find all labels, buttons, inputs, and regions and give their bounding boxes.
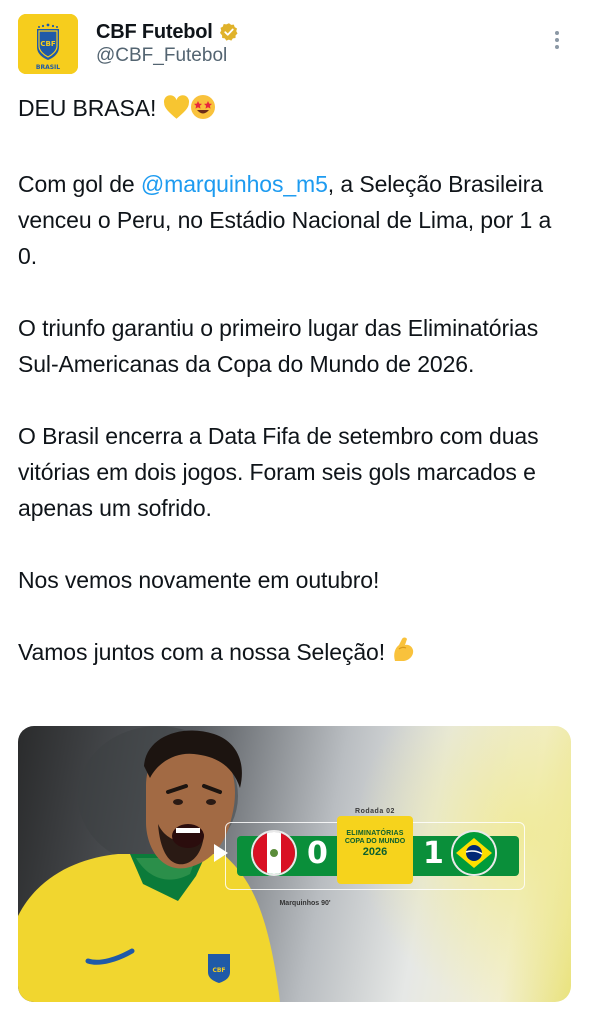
tweet-paragraph-3: O triunfo garantiu o primeiro lugar das … (18, 315, 539, 377)
cbf-logo-icon: CBF BRASIL (18, 14, 78, 74)
scorer-label: Marquinhos 90' (279, 900, 331, 907)
home-score: 0 (307, 836, 328, 871)
flexed-biceps-icon (391, 636, 417, 674)
rodada-label: Rodada 02 (355, 808, 395, 815)
tweet-paragraph-5: Nos vemos novamente em outubro! (18, 567, 380, 593)
play-arrow-icon (214, 844, 228, 862)
handle[interactable]: @CBF_Futebol (96, 44, 239, 68)
eliminatorias-badge: ELIMINATÓRIAS COPA DO MUNDO 2026 (337, 816, 413, 884)
tweet-paragraph-2: Com gol de @marquinhos_m5, a Seleção Bra… (18, 171, 552, 269)
svg-text:BRASIL: BRASIL (36, 64, 60, 71)
tweet-line-1: DEU BRASA! (18, 90, 574, 130)
tweet-body: DEU BRASA! Com gol de @marquinhos_m5, a … (18, 90, 574, 674)
tweet-paragraph-6: Vamos juntos com a nossa Seleção! (18, 634, 574, 674)
svg-text:CBF: CBF (40, 40, 55, 48)
tweet-header: CBF BRASIL CBF Futebol @CBF_Futebol (18, 14, 571, 78)
brazil-flag-icon (451, 830, 497, 876)
tweet-paragraph-4: O Brasil encerra a Data Fifa de setembro… (18, 423, 539, 521)
tweet-media-image[interactable]: CBF Rodada 02 0 ELIMINATÓRIAS COPA DO MU… (18, 726, 571, 1002)
avatar[interactable]: CBF BRASIL (18, 14, 78, 74)
star-struck-emoji-icon (190, 94, 216, 130)
yellow-heart-icon (163, 94, 190, 130)
display-name[interactable]: CBF Futebol (96, 20, 213, 44)
peru-flag-icon (251, 830, 297, 876)
verified-badge-icon (219, 23, 238, 41)
scoreboard-graphic: Rodada 02 0 ELIMINATÓRIAS COPA DO MUNDO … (214, 808, 525, 923)
away-score: 1 (423, 836, 444, 871)
author-names: CBF Futebol @CBF_Futebol (96, 20, 239, 68)
mention-link[interactable]: @marquinhos_m5 (141, 171, 328, 197)
svg-text:CBF: CBF (212, 967, 225, 974)
more-options-icon[interactable] (547, 28, 567, 54)
